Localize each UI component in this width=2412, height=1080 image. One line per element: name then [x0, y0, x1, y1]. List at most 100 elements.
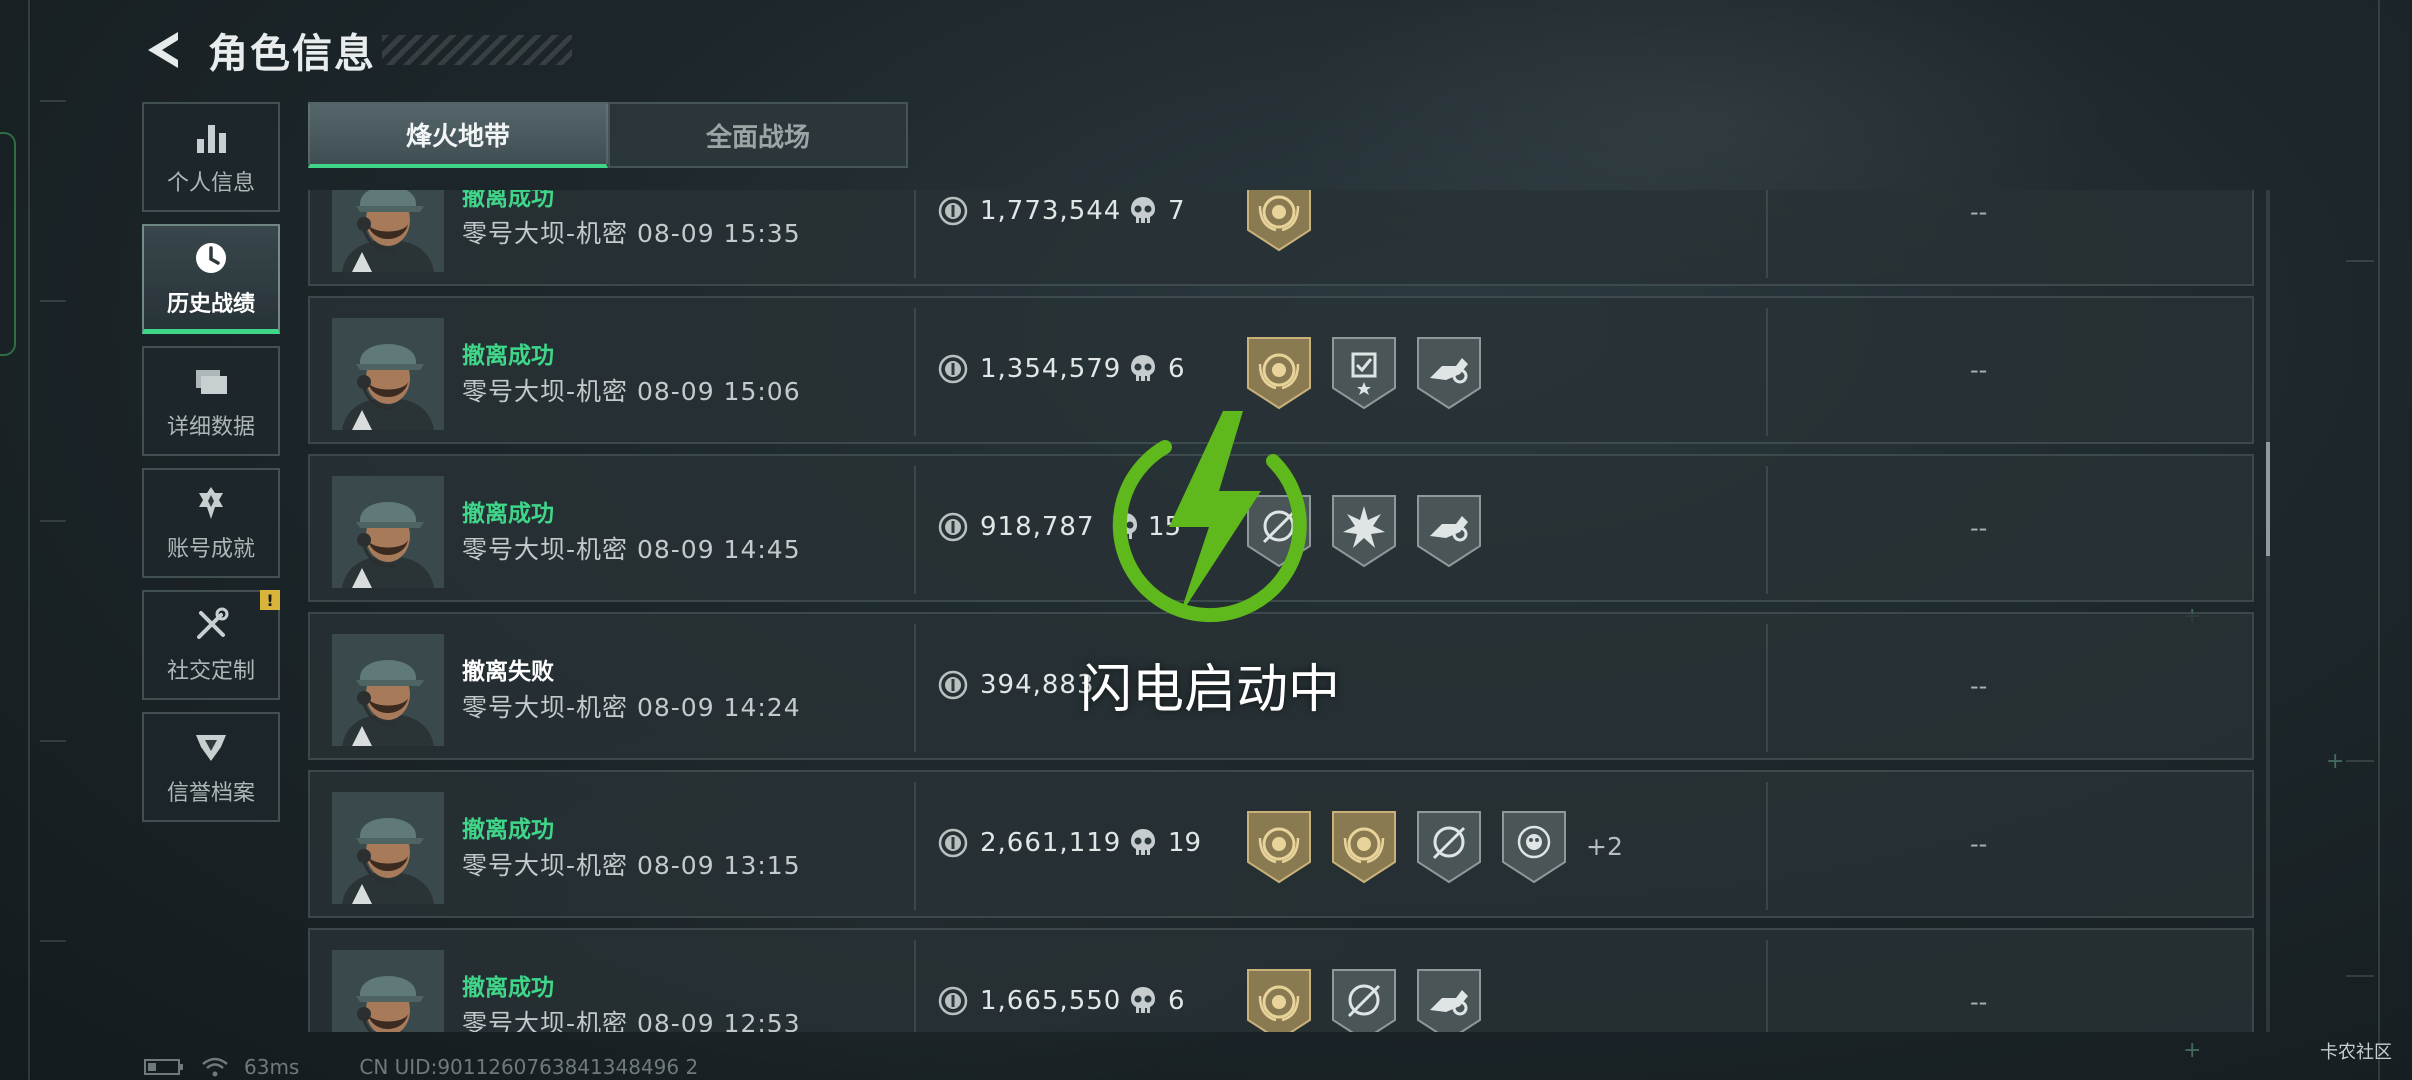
skull-icon — [1128, 985, 1158, 1017]
hud-line — [2346, 975, 2374, 977]
extraction-status: 撤离成功 — [462, 343, 554, 369]
warning-badge: ! — [260, 590, 280, 610]
operator-portrait — [332, 950, 444, 1032]
lightning-bolt-icon — [1112, 411, 1307, 623]
empty-value: -- — [1970, 988, 1988, 1016]
tab-hazard-zone[interactable]: 烽火地带 — [308, 102, 608, 168]
gold-laurel-medal-icon — [1331, 808, 1397, 884]
sidebar: 个人信息 历史战绩 详细数据 账号成就 ! 社交定制 信誉档案 — [142, 102, 280, 834]
sidebar-item-reputation[interactable]: 信誉档案 — [142, 712, 280, 822]
column-divider — [1766, 782, 1768, 910]
sidebar-item-label: 信誉档案 — [166, 781, 255, 806]
operator-portrait — [332, 792, 444, 904]
currency-icon — [938, 512, 968, 542]
player-uid: CN UID:9011260763841348496 2 — [359, 1055, 699, 1079]
empty-value: -- — [1970, 198, 1988, 226]
haul-value: 1,773,544 — [980, 196, 1122, 226]
sidebar-item-label: 个人信息 — [166, 171, 255, 196]
empty-value: -- — [1970, 672, 1988, 700]
hud-line — [40, 740, 66, 742]
sidebar-item-achievements[interactable]: 账号成就 — [142, 468, 280, 578]
skull-icon — [1128, 827, 1158, 859]
crosshair-medal-icon — [1331, 966, 1397, 1032]
loading-overlay: 闪电启动中 — [1070, 405, 1350, 720]
extraction-status: 撤离成功 — [462, 817, 554, 843]
hud-line — [28, 0, 30, 1080]
table-row[interactable]: 撤离成功 零号大坝-机密 08-09 13:15 2,661,119 19 +2… — [308, 770, 2254, 918]
hud-line — [2346, 260, 2374, 262]
extraction-status: 撤离成功 — [462, 501, 554, 527]
map-and-time: 零号大坝-机密 08-09 13:15 — [462, 851, 801, 880]
map-and-time: 零号大坝-机密 08-09 15:06 — [462, 377, 801, 406]
medal-list — [1246, 190, 1331, 252]
status-footer: 63ms CN UID:9011260763841348496 2 — [144, 1054, 698, 1080]
extraction-status: 撤离成功 — [462, 975, 554, 1001]
empty-value: -- — [1970, 830, 1988, 858]
tools-icon — [197, 607, 229, 639]
gold-laurel-medal-icon — [1246, 334, 1312, 410]
more-medals-count: +2 — [1586, 831, 1623, 861]
sidebar-item-match-history[interactable]: 历史战绩 — [142, 224, 280, 334]
scrollbar-thumb[interactable] — [2266, 442, 2270, 556]
hand-gear-medal-icon — [1416, 966, 1482, 1032]
column-divider — [914, 782, 916, 910]
sidebar-item-label: 账号成就 — [166, 537, 255, 562]
empty-value: -- — [1970, 356, 1988, 384]
medal-list — [1246, 966, 1501, 1032]
ping-readout: 63ms — [244, 1055, 300, 1079]
wifi-icon — [202, 1057, 228, 1077]
empty-value: -- — [1970, 514, 1988, 542]
sidebar-item-detailed-data[interactable]: 详细数据 — [142, 346, 280, 456]
operator-portrait — [332, 318, 444, 430]
hand-gear-medal-icon — [1416, 334, 1482, 410]
sidebar-item-social-custom[interactable]: ! 社交定制 — [142, 590, 280, 700]
medal-list: +2 — [1246, 808, 1623, 884]
haul-value: 1,665,550 — [980, 986, 1122, 1016]
battery-icon — [144, 1059, 183, 1075]
table-row[interactable]: 撤离成功 零号大坝-机密 08-09 12:53 1,665,550 6 -- — [308, 928, 2254, 1032]
medal-list — [1246, 334, 1501, 410]
extraction-status: 撤离成功 — [462, 190, 554, 211]
clock-icon — [196, 242, 226, 273]
back-arrow-icon[interactable] — [140, 26, 188, 74]
column-divider — [914, 624, 916, 752]
sidebar-item-personal-info[interactable]: 个人信息 — [142, 102, 280, 212]
currency-icon — [938, 986, 968, 1016]
hud-crosshair: + — [2183, 1038, 2202, 1063]
edge-handle[interactable] — [0, 132, 16, 356]
achievement-icon — [199, 487, 223, 519]
skull-icon — [1128, 195, 1158, 227]
scrollbar-track[interactable] — [2266, 190, 2270, 1032]
column-divider — [914, 466, 916, 594]
currency-icon — [938, 354, 968, 384]
column-divider — [1766, 190, 1768, 278]
shield-icon — [196, 735, 226, 761]
hud-line — [40, 100, 66, 102]
currency-icon — [938, 828, 968, 858]
kill-count: 6 — [1168, 354, 1185, 384]
skull-icon — [1128, 353, 1158, 385]
header: 角色信息 — [140, 20, 572, 80]
kill-count: 7 — [1168, 196, 1185, 226]
folder-icon — [196, 370, 227, 394]
gold-laurel-medal-icon — [1246, 966, 1312, 1032]
operator-portrait — [332, 634, 444, 746]
column-divider — [1766, 624, 1768, 752]
sidebar-item-label: 社交定制 — [166, 659, 255, 684]
gold-laurel-medal-icon — [1246, 190, 1312, 252]
hand-gear-medal-icon — [1416, 492, 1482, 568]
map-and-time: 零号大坝-机密 08-09 14:45 — [462, 535, 801, 564]
hud-line — [2346, 760, 2374, 762]
column-divider — [1766, 466, 1768, 594]
map-and-time: 零号大坝-机密 08-09 15:35 — [462, 219, 801, 248]
hud-crosshair: + — [2326, 749, 2345, 774]
tab-full-battlefield[interactable]: 全面战场 — [608, 102, 908, 168]
haul-value: 1,354,579 — [980, 354, 1122, 384]
mode-tabs: 烽火地带 全面战场 — [308, 102, 908, 168]
table-row[interactable]: 撤离成功 零号大坝-机密 08-09 15:35 1,773,544 7 -- — [308, 190, 2254, 286]
hud-line — [40, 300, 66, 302]
operator-portrait — [332, 190, 444, 272]
page-title: 角色信息 — [208, 31, 376, 77]
hud-line — [40, 520, 66, 522]
column-divider — [1766, 940, 1768, 1032]
